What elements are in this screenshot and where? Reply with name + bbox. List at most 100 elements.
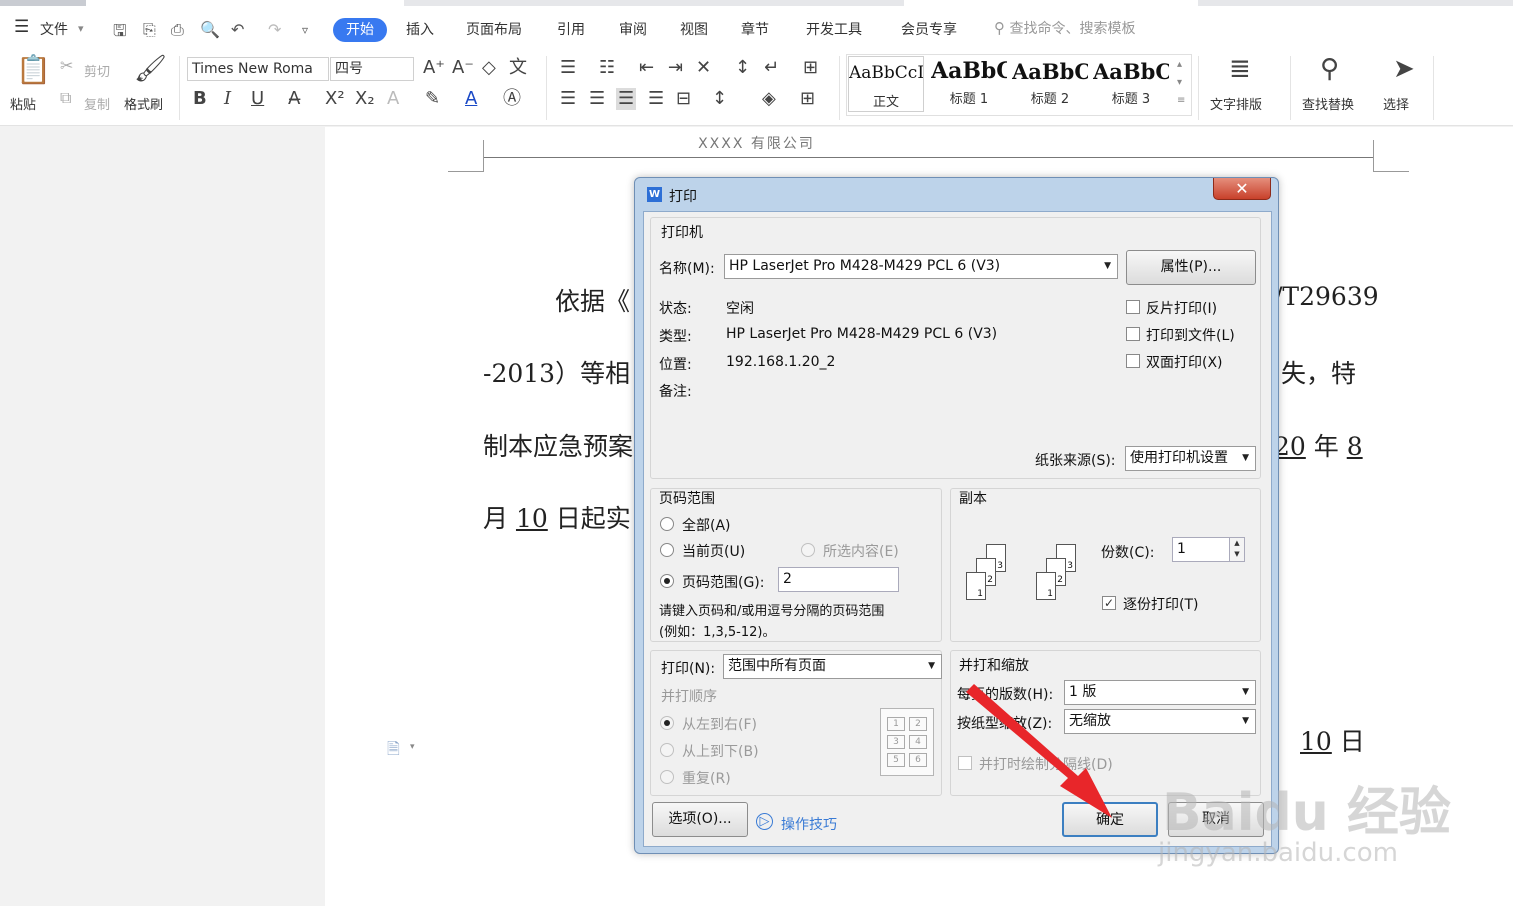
char-border-icon[interactable]: Ⓐ	[503, 90, 521, 108]
highlight-icon[interactable]: ✎	[425, 90, 440, 108]
underline-icon[interactable]: U	[251, 90, 264, 108]
document-assist-icon[interactable]: 🗎	[387, 738, 400, 765]
tab-page-layout[interactable]: 页面布局	[466, 19, 522, 39]
printer-name-select[interactable]: HP LaserJet Pro M428-M429 PCL 6 (V3) ▼	[724, 254, 1118, 279]
tab-home[interactable]: 开始	[333, 18, 387, 42]
align-right-icon[interactable]: ☰	[616, 88, 637, 110]
all-pages-radio[interactable]	[660, 517, 674, 531]
line-spacing-icon[interactable]: ↕	[712, 90, 727, 108]
style-scroll-up-icon[interactable]: ▴	[1177, 60, 1182, 70]
bold-icon[interactable]: B	[193, 90, 207, 108]
tab-review[interactable]: 审阅	[619, 19, 647, 39]
style-heading-1[interactable]: AaBbC 标题 1	[931, 56, 1007, 112]
strikethrough-icon[interactable]: A̶	[288, 90, 300, 108]
options-button[interactable]: 选项(O)...	[652, 802, 748, 837]
select-button[interactable]: 选择	[1383, 94, 1409, 113]
paper-source-select[interactable]: 使用打印机设置 ▼	[1125, 446, 1256, 471]
clear-format-icon[interactable]: ◇	[482, 59, 496, 77]
align-center-icon[interactable]: ☰	[589, 90, 605, 108]
current-page-radio[interactable]	[660, 543, 674, 557]
shrink-font-icon[interactable]: A⁻	[452, 59, 474, 77]
customize-quick-access-icon[interactable]: ▿	[302, 23, 308, 37]
format-painter-button[interactable]: 格式刷	[124, 94, 163, 113]
export-icon[interactable]: ⎘	[143, 20, 156, 40]
superscript-icon[interactable]: X²	[325, 90, 345, 108]
format-painter-icon[interactable]: 🖌	[134, 56, 167, 82]
text-layout-icon[interactable]: ≣	[1229, 56, 1251, 82]
paste-button[interactable]: 粘贴	[10, 94, 36, 113]
cut-button[interactable]: 剪切	[84, 61, 110, 80]
undo-icon[interactable]: ↶	[231, 20, 244, 39]
spin-up-icon[interactable]: ▲	[1230, 538, 1244, 549]
tab-section[interactable]: 章节	[741, 19, 769, 39]
sort-icon[interactable]: ↕	[735, 59, 750, 77]
font-color-icon[interactable]: A	[465, 90, 477, 108]
tab-member[interactable]: 会员专享	[901, 19, 957, 39]
find-icon[interactable]: ⚲	[1320, 56, 1339, 82]
chevron-down-icon[interactable]: ▾	[410, 742, 415, 752]
scale-to-paper-select[interactable]: 无缩放 ▼	[1064, 709, 1256, 734]
text-layout-button[interactable]: 文字排版	[1210, 94, 1262, 113]
show-marks-icon[interactable]: ↵	[764, 59, 779, 77]
hamburger-icon[interactable]: ☰	[14, 17, 29, 37]
cursor-icon[interactable]: ➤	[1393, 56, 1415, 82]
tips-link[interactable]: 操作技巧	[781, 814, 837, 834]
phonetic-icon[interactable]: 文	[509, 59, 527, 77]
properties-button[interactable]: 属性(P)...	[1126, 250, 1256, 285]
ok-button[interactable]: 确定	[1062, 802, 1158, 837]
shading-icon[interactable]: ◈	[762, 90, 776, 108]
style-heading-3[interactable]: AaBbC 标题 3	[1093, 56, 1169, 112]
redo-icon[interactable]: ↷	[268, 20, 281, 39]
text-effect-icon[interactable]: A	[387, 90, 399, 108]
tab-developer[interactable]: 开发工具	[806, 19, 862, 39]
draw-borders-checkbox[interactable]	[958, 756, 972, 770]
align-left-icon[interactable]: ☰	[560, 90, 576, 108]
increase-indent-icon[interactable]: ⇥	[668, 59, 683, 77]
left-to-right-radio[interactable]	[660, 716, 674, 730]
tab-insert[interactable]: 插入	[406, 19, 434, 39]
borders-icon[interactable]: ⊞	[800, 90, 815, 108]
spin-down-icon[interactable]: ▼	[1230, 549, 1244, 560]
chinese-layout-icon[interactable]: ✕	[696, 59, 711, 77]
top-to-bottom-radio[interactable]	[660, 743, 674, 757]
copies-spinner[interactable]: ▲ ▼	[1229, 537, 1245, 562]
duplex-checkbox[interactable]	[1126, 354, 1140, 368]
style-scroll-down-icon[interactable]: ▾	[1177, 78, 1182, 88]
distributed-icon[interactable]: ⊟	[676, 90, 691, 108]
style-heading-2[interactable]: AaBbC 标题 2	[1012, 56, 1088, 112]
copy-button[interactable]: 复制	[84, 94, 110, 113]
find-replace-button[interactable]: 查找替换	[1302, 94, 1354, 113]
subscript-icon[interactable]: X₂	[355, 90, 375, 108]
chevron-down-icon[interactable]: ▾	[78, 22, 84, 35]
justify-icon[interactable]: ☰	[648, 90, 664, 108]
print-pages-select[interactable]: 范围中所有页面 ▼	[723, 654, 942, 679]
print-to-file-checkbox[interactable]	[1126, 327, 1140, 341]
command-search[interactable]: ⚲ 查找命令、搜索模板	[994, 18, 1135, 38]
italic-icon[interactable]: I	[224, 90, 231, 108]
bullet-list-icon[interactable]: ☰	[560, 59, 576, 77]
close-button[interactable]: ✕	[1213, 178, 1271, 200]
reverse-print-checkbox[interactable]	[1126, 300, 1140, 314]
pages-per-sheet-select[interactable]: 1 版 ▼	[1064, 680, 1256, 705]
page-range-radio[interactable]	[660, 574, 674, 588]
tab-references[interactable]: 引用	[557, 19, 585, 39]
style-more-icon[interactable]: ≡	[1177, 96, 1185, 106]
font-size-select[interactable]: 四号	[330, 57, 414, 81]
table-grid-icon[interactable]: ⊞	[803, 59, 818, 77]
print-icon[interactable]: ⎙	[171, 20, 184, 40]
save-icon[interactable]: 🖫	[113, 20, 127, 47]
numbered-list-icon[interactable]: ☷	[599, 59, 615, 77]
font-name-select[interactable]: Times New Roma	[187, 57, 329, 81]
page-range-input[interactable]: 2	[778, 567, 899, 592]
repeat-radio[interactable]	[660, 770, 674, 784]
grow-font-icon[interactable]: A⁺	[423, 59, 445, 77]
style-normal[interactable]: AaBbCcI 正文	[848, 56, 924, 112]
tab-view[interactable]: 视图	[680, 19, 708, 39]
selection-radio[interactable]	[801, 543, 815, 557]
copies-input[interactable]: 1	[1172, 537, 1236, 562]
print-preview-icon[interactable]: 🔍	[200, 20, 220, 39]
collate-checkbox[interactable]: ✓	[1102, 596, 1116, 610]
file-menu[interactable]: 文件	[40, 19, 68, 39]
paste-icon[interactable]: 📋	[16, 56, 51, 84]
decrease-indent-icon[interactable]: ⇤	[639, 59, 654, 77]
